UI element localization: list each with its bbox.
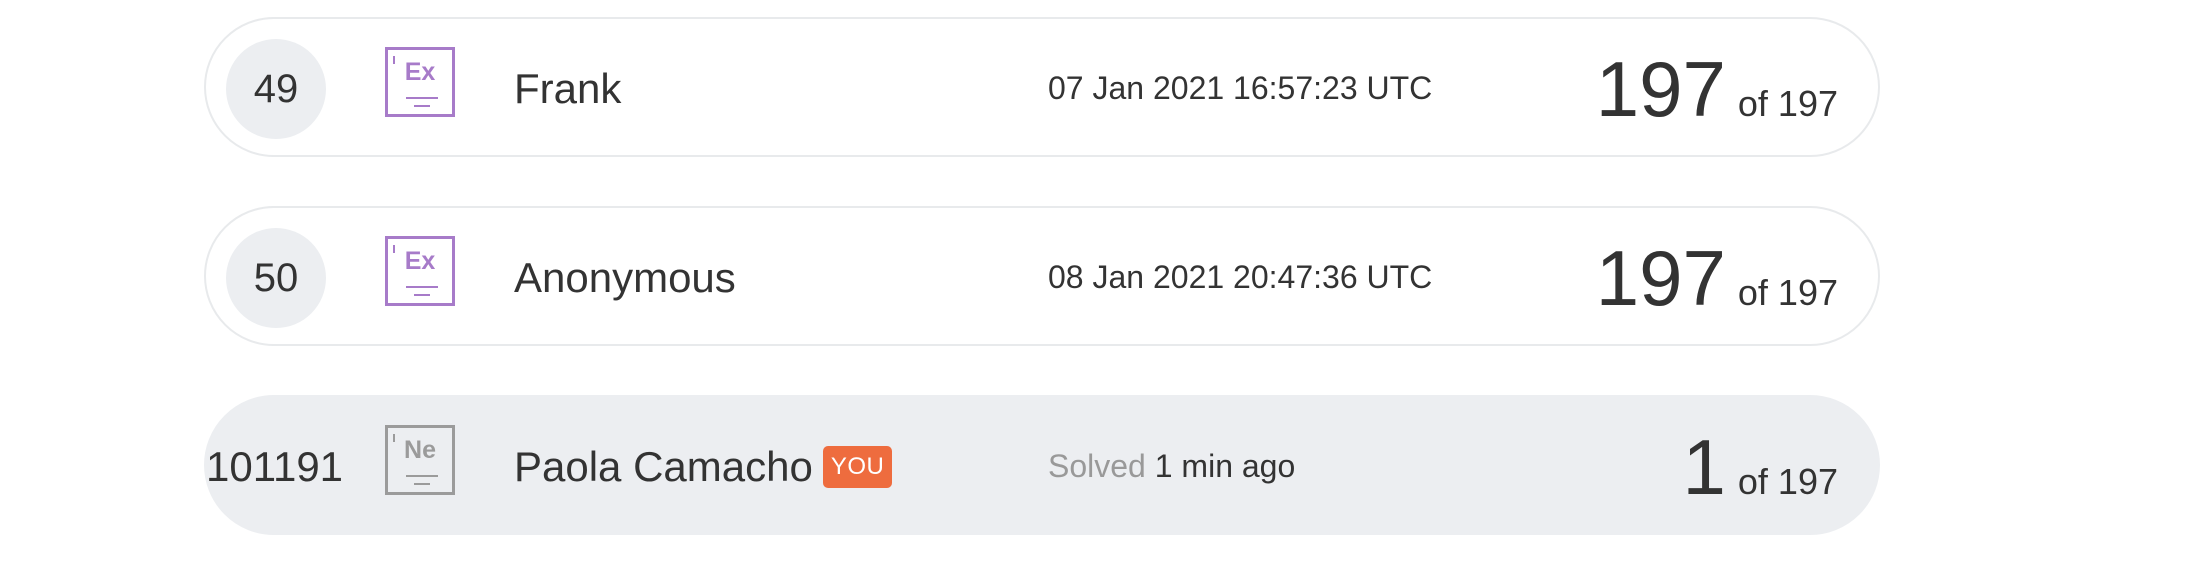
score: 197 of 197 — [1596, 49, 1838, 129]
rank-number: 49 — [226, 39, 326, 139]
score-total: of 197 — [1737, 83, 1838, 124]
user-name[interactable]: Paola Camacho YOU — [514, 443, 893, 491]
solve-time: 08 Jan 2021 20:47:36 UTC — [1048, 259, 1433, 295]
score-value: 197 — [1595, 45, 1726, 133]
leaderboard-row[interactable]: 49 Ex Frank 07 Jan 2021 16:57:23 UTC 197… — [204, 17, 1880, 157]
element-badge-icon: Ex — [385, 236, 455, 306]
badge-symbol: Ex — [404, 58, 436, 86]
element-badge-icon: Ex — [385, 47, 455, 117]
score-value: 197 — [1595, 234, 1726, 322]
score: 197 of 197 — [1596, 238, 1838, 318]
solved-label: Solved — [1048, 448, 1146, 484]
user-name[interactable]: Frank — [514, 65, 621, 113]
solve-time: Solved 1 min ago — [1048, 448, 1295, 484]
element-badge-icon: Ne — [385, 425, 455, 495]
solved-time: 1 min ago — [1154, 448, 1296, 484]
solve-time: 07 Jan 2021 16:57:23 UTC — [1048, 70, 1433, 106]
user-name-link[interactable]: Paola Camacho — [514, 443, 813, 491]
rank-number: 101191 — [206, 443, 344, 490]
leaderboard-row[interactable]: 50 Ex Anonymous 08 Jan 2021 20:47:36 UTC… — [204, 206, 1880, 346]
user-name-link[interactable]: Frank — [514, 65, 621, 113]
rank-number: 50 — [226, 228, 326, 328]
score: 1 of 197 — [1683, 427, 1838, 507]
badge-symbol: Ne — [404, 436, 436, 464]
user-name[interactable]: Anonymous — [514, 254, 736, 302]
badge-symbol: Ex — [404, 247, 436, 275]
score-total: of 197 — [1737, 272, 1838, 313]
score-value: 1 — [1682, 423, 1726, 511]
current-user-row[interactable]: 101191 Ne Paola Camacho YOU Solved 1 min… — [204, 395, 1880, 535]
you-badge: YOU — [822, 446, 893, 488]
user-name-link[interactable]: Anonymous — [514, 254, 736, 302]
score-total: of 197 — [1737, 461, 1838, 502]
